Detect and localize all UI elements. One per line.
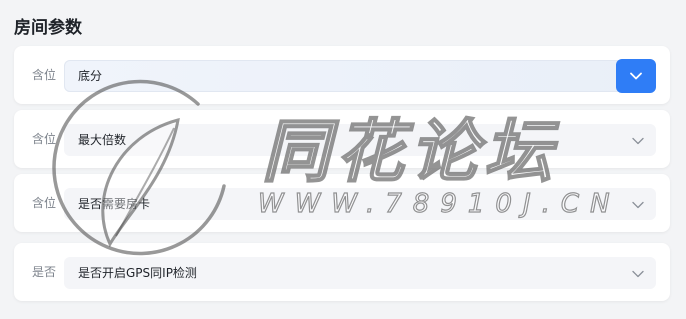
chevron-down-icon[interactable]: [630, 266, 646, 282]
watermark-logo: [52, 79, 226, 256]
chevron-down-icon[interactable]: [630, 197, 646, 213]
param-row-gps-ip-check: 是否 是否开启GPS同IP检测: [14, 243, 670, 301]
chevron-down-icon: [630, 72, 642, 80]
row-label: 含位: [32, 196, 57, 210]
select-value: 是否开启GPS同IP检测: [78, 266, 197, 280]
dropdown-toggle-button[interactable]: [616, 59, 656, 93]
select-value: 底分: [78, 69, 103, 83]
param-row-max-multiplier: 含位 最大倍数: [14, 110, 670, 168]
watermark-url: WWW.78910J.CN: [257, 188, 621, 219]
max-multiplier-select[interactable]: 最大倍数: [64, 124, 656, 156]
gps-ip-check-select[interactable]: 是否开启GPS同IP检测: [64, 257, 656, 289]
base-score-select[interactable]: 底分: [64, 59, 656, 93]
section-title: 房间参数: [14, 18, 82, 38]
select-value: 最大倍数: [78, 133, 127, 147]
chevron-down-icon[interactable]: [630, 133, 646, 149]
select-value: 是否需要房卡: [78, 197, 151, 211]
row-label: 含位: [32, 68, 57, 82]
param-row-base-score: 含位 底分: [14, 46, 670, 104]
row-label: 含位: [32, 132, 57, 146]
row-label: 是否: [32, 265, 57, 279]
